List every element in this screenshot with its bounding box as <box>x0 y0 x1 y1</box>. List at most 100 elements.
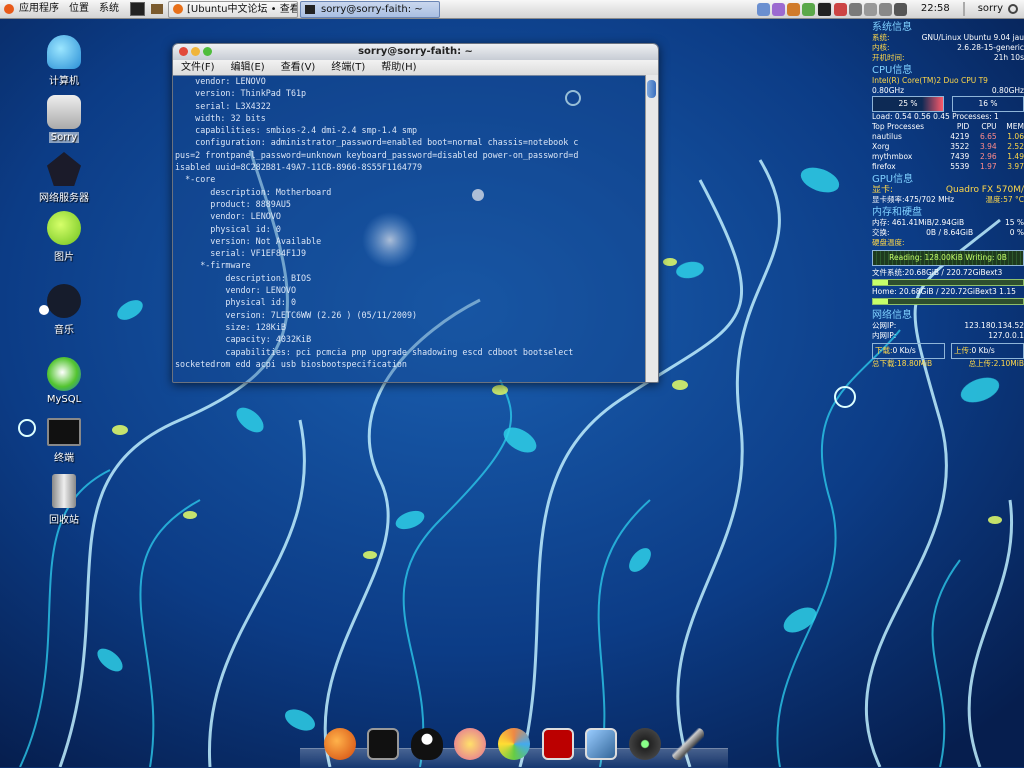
volume-icon[interactable] <box>893 2 907 16</box>
menu-applications[interactable]: 应用程序 <box>14 0 64 18</box>
terminal-line: *-core <box>175 174 216 185</box>
desktop-icon-mysql[interactable]: MySQL <box>28 357 100 405</box>
terminal-window[interactable]: sorry@sorry-faith: ~ 文件(F) 编辑(E) 查看(V) 终… <box>172 43 659 383</box>
firefox-icon[interactable] <box>323 728 356 760</box>
dock <box>318 722 710 767</box>
upload-graph: 上传: 0 Kb/s <box>951 343 1024 359</box>
terminal-scrollbar[interactable] <box>645 75 658 382</box>
menu-edit[interactable]: 编辑(E) <box>223 60 273 75</box>
network-server-icon <box>47 152 81 186</box>
process-row: mythmbox 7439 2.96 1.49 <box>872 152 1024 161</box>
menu-help[interactable]: 帮助(H) <box>373 60 424 75</box>
desktop-icon-trash[interactable]: 回收站 <box>28 474 100 526</box>
mail-tray-icon[interactable] <box>848 2 862 16</box>
flower-icon[interactable] <box>497 728 530 760</box>
menu-places[interactable]: 位置 <box>64 0 94 18</box>
mysql-icon <box>47 357 81 391</box>
desktop-icon-terminal[interactable]: 终端 <box>28 418 100 464</box>
filezilla-icon[interactable] <box>541 728 574 760</box>
menu-system[interactable]: 系统 <box>94 0 124 18</box>
terminal-line: capacity: 4032KiB <box>175 334 312 345</box>
desktop-icon-music[interactable]: 音乐 <box>28 284 100 336</box>
terminal-line: version: 7LETC6WW (2.26 ) (05/11/2009) <box>175 309 418 320</box>
minimize-icon[interactable] <box>191 47 200 56</box>
power-icon[interactable] <box>1008 4 1018 14</box>
terminal-title: sorry@sorry-faith: ~ <box>358 46 473 57</box>
qq-tray-icon[interactable] <box>816 1 832 17</box>
terminal-line: capabilities: pci pcmcia pnp upgrade sha… <box>175 346 574 357</box>
home-usage-bar <box>872 298 1024 305</box>
media-icon[interactable] <box>628 728 661 760</box>
taskbar-item-forum[interactable]: [Ubuntu中文论坛 • 查看... <box>168 0 298 18</box>
terminal-line: description: BIOS <box>175 272 312 283</box>
top-panel: 应用程序 位置 系统 [Ubuntu中文论坛 • 查看... sorry@sor… <box>0 0 1024 19</box>
section-memory: 内存和硬盘 <box>872 207 922 218</box>
fs-usage-bar <box>872 279 1024 286</box>
section-system: 系统信息 <box>872 22 912 33</box>
terminal-line: physical id: 0 <box>175 297 297 308</box>
music-icon <box>47 284 81 318</box>
scrollbar-thumb[interactable] <box>647 80 656 98</box>
section-cpu: CPU信息 <box>872 65 913 76</box>
terminal-line: vendor: LENOVO <box>175 76 266 86</box>
terminal-line: version: Not Available <box>175 235 322 246</box>
section-gpu: GPU信息 <box>872 174 914 185</box>
terminal-line: vendor: LENOVO <box>175 211 281 222</box>
terminal-line: serial: L3X4322 <box>175 100 271 111</box>
qq-icon[interactable] <box>410 728 443 760</box>
pidgin-icon[interactable] <box>454 728 487 760</box>
cpu1-graph: 25 % <box>872 96 944 112</box>
cpu-name: Intel(R) Core(TM)2 Duo CPU T9 <box>872 76 988 85</box>
terminal-line: version: ThinkPad T61p <box>175 88 307 99</box>
terminal-launcher-icon[interactable] <box>130 2 145 16</box>
terminal-line: *-firmware <box>175 260 251 271</box>
desktop-icon-home[interactable]: Sorry <box>28 95 100 143</box>
terminal-icon[interactable] <box>367 728 400 760</box>
knife-icon[interactable] <box>672 728 705 760</box>
system-monitor: 系统信息 系统: GNU/Linux Ubuntu 9.04 jau 内核: 2.6… <box>872 22 1024 368</box>
show-desktop-icon[interactable] <box>151 4 163 14</box>
terminal-titlebar[interactable]: sorry@sorry-faith: ~ <box>173 44 658 60</box>
terminal-line: vendor: LENOVO <box>175 285 297 296</box>
user-switcher[interactable]: sorry <box>973 0 1008 18</box>
process-row: nautilus 4219 6.65 1.06 <box>872 132 1024 141</box>
pictures-icon <box>47 211 81 245</box>
battery-icon[interactable] <box>863 2 877 16</box>
menu-file[interactable]: 文件(F) <box>173 60 223 75</box>
terminal-line: description: Motherboard <box>175 186 332 197</box>
computer-icon <box>47 35 81 69</box>
terminal-line: physical id: 0 <box>175 223 281 234</box>
trash-icon <box>52 474 76 508</box>
terminal-line: configuration: administrator_password=en… <box>175 137 579 148</box>
maximize-icon[interactable] <box>203 47 212 56</box>
notification-icon[interactable] <box>756 2 770 16</box>
terminal-menubar: 文件(F) 编辑(E) 查看(V) 终端(T) 帮助(H) <box>173 60 658 76</box>
taskbar-item-terminal[interactable]: sorry@sorry-faith: ~ <box>300 0 440 18</box>
process-row: firefox 5539 1.97 3.97 <box>872 162 1024 171</box>
rhythmbox-tray-icon[interactable] <box>786 2 800 16</box>
terminal-line: capabilities: smbios-2.4 dmi-2.4 smp-1.4… <box>175 125 418 136</box>
menu-terminal[interactable]: 终端(T) <box>323 60 373 75</box>
desktop-icon-computer[interactable]: 计算机 <box>28 35 100 87</box>
update-tray-icon[interactable] <box>801 2 815 16</box>
virtualbox-icon[interactable] <box>585 728 618 760</box>
user-icon <box>962 2 965 16</box>
terminal-output[interactable]: vendor: LENOVO version: ThinkPad T61p se… <box>173 75 646 382</box>
ubuntu-logo-icon[interactable] <box>4 4 14 14</box>
menu-view[interactable]: 查看(V) <box>273 60 324 75</box>
wireless-icon[interactable] <box>878 2 892 16</box>
clock[interactable]: 22:58 <box>916 0 955 18</box>
home-folder-icon <box>47 95 81 129</box>
desktop-icon-network-server[interactable]: 网络服务器 <box>28 152 100 204</box>
pidgin-tray-icon[interactable] <box>771 2 785 16</box>
download-graph: 下载: 0 Kb/s <box>872 343 945 359</box>
process-row: Xorg 3522 3.94 2.52 <box>872 142 1024 151</box>
top-header: Top Processes PID CPU MEM <box>872 122 1024 131</box>
terminal-icon <box>305 4 315 14</box>
load-average: Load: 0.54 0.56 0.45 Processes: 1 <box>872 112 999 121</box>
terminal-line: serial: VF1EF84F1J9 <box>175 248 307 259</box>
network-tray-icon[interactable] <box>833 2 847 16</box>
desktop-icon-pictures[interactable]: 图片 <box>28 211 100 263</box>
close-icon[interactable] <box>179 47 188 56</box>
terminal-line: pus=2 frontpanel_password=unknown keyboa… <box>175 149 579 160</box>
